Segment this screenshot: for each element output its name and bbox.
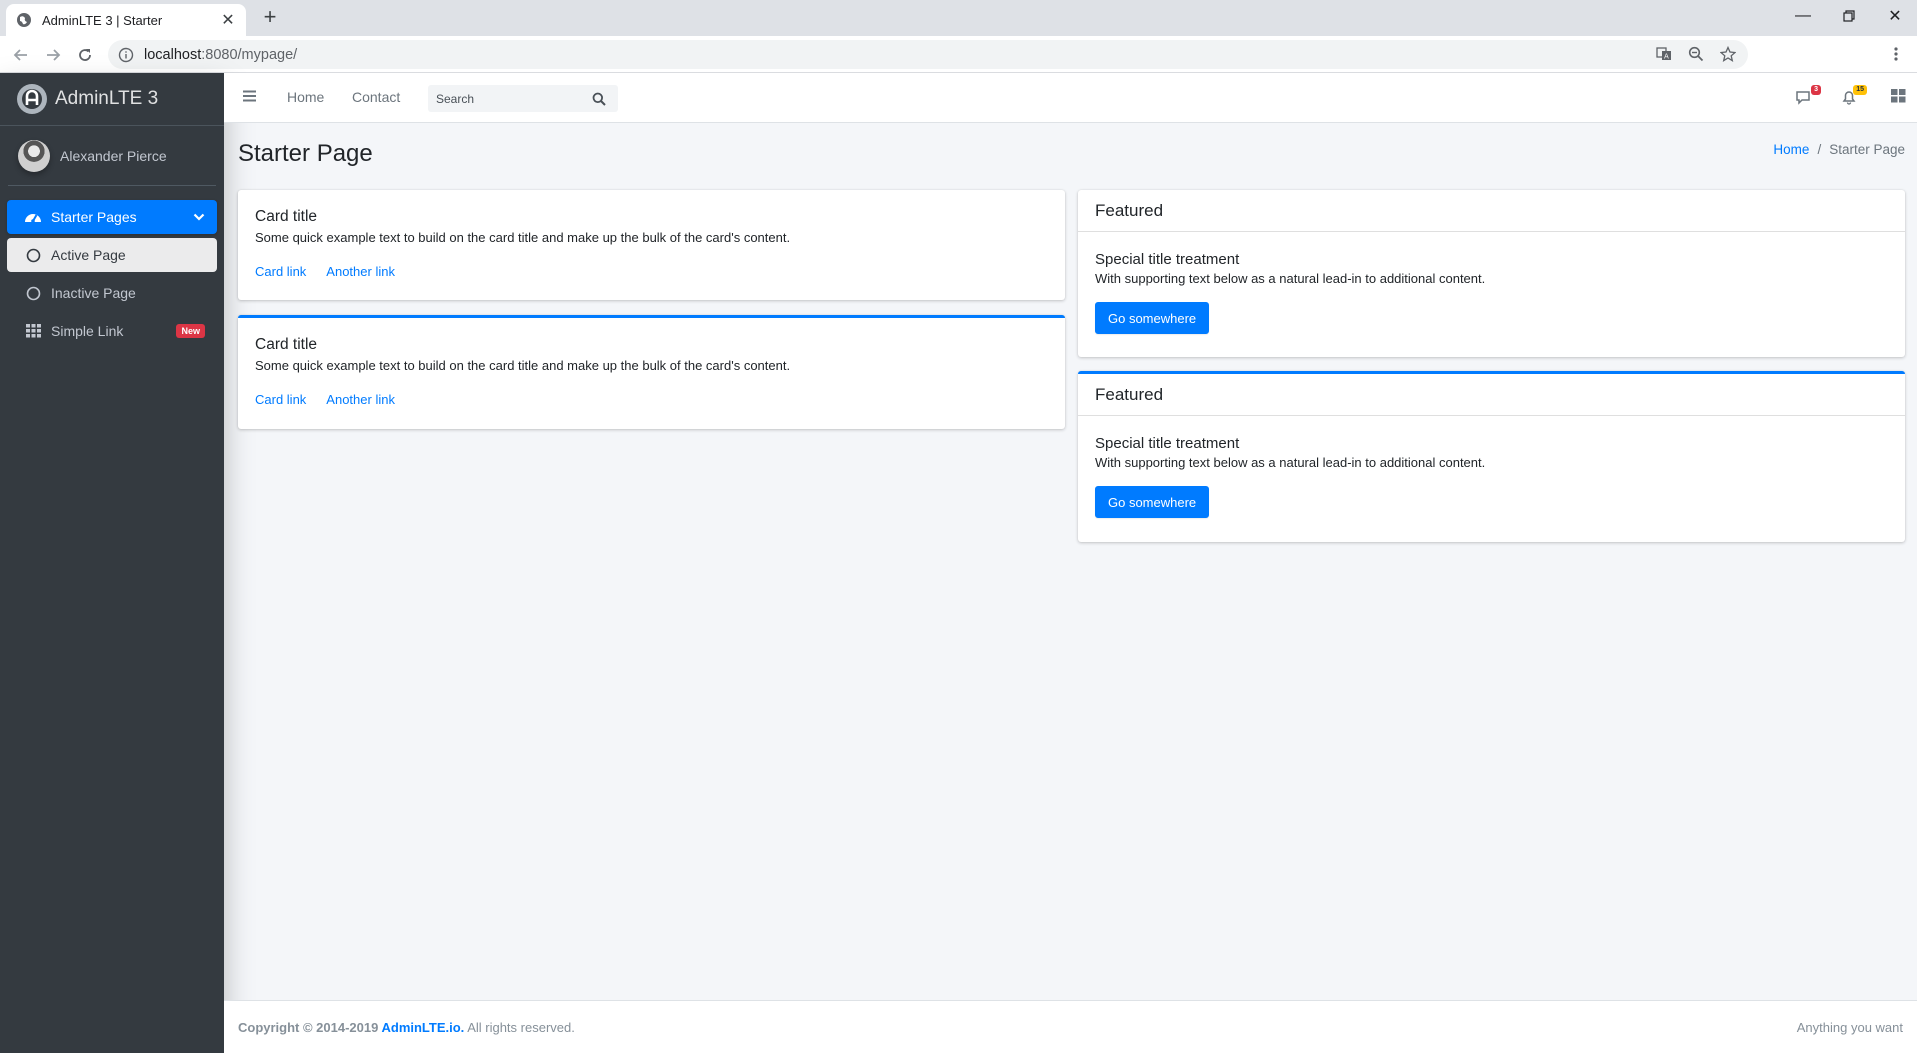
card-title: Card title xyxy=(255,336,318,353)
card-title: Card title xyxy=(255,208,318,225)
breadcrumb: Home / Starter Page xyxy=(1773,142,1905,157)
copyright-suffix: All rights reserved. xyxy=(464,1019,575,1035)
sidebar-item-active-page[interactable]: Active Page xyxy=(7,238,217,272)
chevron-down-icon xyxy=(193,209,205,225)
nav-link-home[interactable]: Home xyxy=(287,89,324,105)
search-icon[interactable] xyxy=(592,92,606,106)
avatar xyxy=(18,139,50,172)
card-outline-primary: Card title Some quick example text to bu… xyxy=(238,315,1065,429)
card-header: Featured xyxy=(1078,190,1905,232)
restore-icon[interactable] xyxy=(1826,0,1872,32)
grid-icon xyxy=(24,322,42,340)
sidebar-item-label: Active Page xyxy=(51,247,126,263)
user-name[interactable]: Alexander Pierce xyxy=(60,148,167,164)
reload-icon[interactable] xyxy=(72,42,98,68)
search-input[interactable] xyxy=(428,91,588,106)
globe-icon xyxy=(17,13,31,27)
circle-icon xyxy=(24,246,42,264)
control-sidebar-toggle[interactable] xyxy=(1891,89,1913,107)
new-tab-button[interactable]: + xyxy=(258,6,282,30)
address-bar: localhost:8080/mypage/ A xyxy=(0,36,1917,73)
card-link[interactable]: Card link xyxy=(255,392,306,407)
brand-text: AdminLTE 3 xyxy=(55,88,159,109)
close-window-icon[interactable]: ✕ xyxy=(1872,0,1917,32)
comments-icon xyxy=(1796,91,1810,105)
breadcrumb-home-link[interactable]: Home xyxy=(1773,142,1809,157)
nav-link-contact[interactable]: Contact xyxy=(352,89,400,105)
hamburger-menu-icon[interactable] xyxy=(242,88,258,104)
page-title: Starter Page xyxy=(238,140,373,167)
browser-menu-icon[interactable] xyxy=(1884,42,1908,66)
svg-text:A: A xyxy=(1664,53,1669,61)
messages-dropdown[interactable]: 3 xyxy=(1795,85,1821,107)
sidebar-item-label: Simple Link xyxy=(51,323,124,339)
main-sidebar: AdminLTE 3 Alexander Pierce Starter Page… xyxy=(0,73,224,1053)
another-link[interactable]: Another link xyxy=(326,264,395,279)
main-footer: Copyright © 2014-2019 AdminLTE.io. All r… xyxy=(224,1000,1917,1053)
card-title: Special title treatment xyxy=(1095,435,1240,452)
browser-tabstrip: AdminLTE 3 | Starter ✕ + — ✕ xyxy=(0,0,1917,36)
tachometer-icon xyxy=(24,208,42,226)
go-somewhere-button[interactable]: Go somewhere xyxy=(1095,486,1210,518)
card-text: Some quick example text to build on the … xyxy=(255,230,791,245)
user-panel[interactable]: Alexander Pierce xyxy=(8,126,216,186)
card-basic: Card title Some quick example text to bu… xyxy=(238,190,1065,300)
url-field[interactable]: localhost:8080/mypage/ xyxy=(108,40,1748,69)
sidebar-item-label: Inactive Page xyxy=(51,285,136,301)
url-host: localhost xyxy=(144,46,202,63)
go-somewhere-button[interactable]: Go somewhere xyxy=(1095,302,1210,334)
url-path: :8080/mypage/ xyxy=(201,46,298,63)
sidebar-item-label: Starter Pages xyxy=(51,209,137,225)
notifications-dropdown[interactable]: 15 xyxy=(1841,85,1867,107)
adminlte-link[interactable]: AdminLTE.io. xyxy=(381,1020,464,1035)
adminlte-logo-icon xyxy=(17,84,47,114)
navbar-search xyxy=(428,85,618,112)
notifications-badge: 15 xyxy=(1853,85,1867,95)
info-icon[interactable] xyxy=(118,47,134,63)
forward-icon[interactable] xyxy=(40,42,66,68)
close-tab-icon[interactable]: ✕ xyxy=(220,10,236,30)
card-header: Featured xyxy=(1078,374,1905,416)
tab-title: AdminLTE 3 | Starter xyxy=(42,12,163,28)
messages-badge: 3 xyxy=(1811,85,1821,95)
new-badge: New xyxy=(176,324,205,338)
minimize-icon[interactable]: — xyxy=(1780,0,1826,32)
card-link[interactable]: Card link xyxy=(255,264,306,279)
card-featured-outline: Featured Special title treatment With su… xyxy=(1078,371,1905,542)
breadcrumb-separator: / xyxy=(1817,142,1822,157)
th-large-icon xyxy=(1891,89,1906,103)
card-featured: Featured Special title treatment With su… xyxy=(1078,190,1905,357)
card-text: With supporting text below as a natural … xyxy=(1095,271,1486,286)
card-text: Some quick example text to build on the … xyxy=(255,358,791,373)
circle-icon xyxy=(24,284,42,302)
breadcrumb-current: Starter Page xyxy=(1829,142,1905,157)
browser-tab[interactable]: AdminLTE 3 | Starter ✕ xyxy=(6,4,246,36)
another-link[interactable]: Another link xyxy=(326,392,395,407)
card-title: Special title treatment xyxy=(1095,251,1240,268)
copyright-prefix: Copyright © 2014-2019 xyxy=(238,1019,382,1035)
back-icon[interactable] xyxy=(8,42,34,68)
sidebar-nav: Starter Pages Active Page Inactive Page … xyxy=(0,186,224,348)
bookmark-star-icon[interactable] xyxy=(1716,42,1740,66)
card-text: With supporting text below as a natural … xyxy=(1095,455,1486,470)
zoom-icon[interactable] xyxy=(1684,42,1708,66)
sidebar-item-inactive-page[interactable]: Inactive Page xyxy=(7,276,217,310)
copyright: Copyright © 2014-2019 AdminLTE.io. All r… xyxy=(238,1020,575,1035)
brand-link[interactable]: AdminLTE 3 xyxy=(0,73,224,126)
main-header: Home Contact 3 15 xyxy=(224,73,1917,123)
translate-icon[interactable]: A xyxy=(1652,42,1676,66)
footer-right-text: Anything you want xyxy=(1796,1019,1903,1035)
sidebar-item-simple-link[interactable]: Simple Link New xyxy=(7,314,217,348)
sidebar-item-starter-pages[interactable]: Starter Pages xyxy=(7,200,217,234)
